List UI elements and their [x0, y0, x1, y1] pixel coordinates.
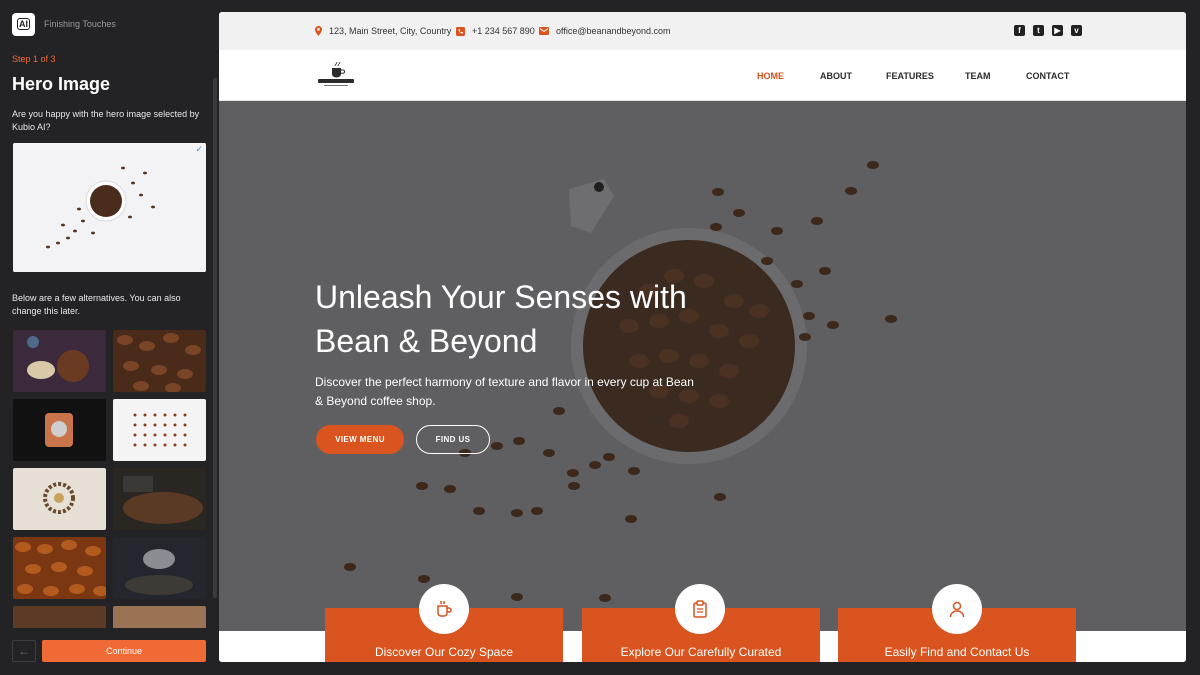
alt-image-latte[interactable] — [113, 606, 206, 628]
onboarding-panel: AI Finishing Touches Step 1 of 3 Hero Im… — [0, 0, 218, 675]
nav-home[interactable]: HOME — [757, 71, 784, 81]
envelope-icon — [539, 27, 549, 35]
view-menu-button[interactable]: VIEW MENU — [316, 425, 404, 454]
facebook-icon[interactable]: f — [1014, 25, 1025, 36]
nav-team[interactable]: TEAM — [965, 71, 991, 81]
youtube-icon[interactable]: ▶ — [1052, 25, 1063, 36]
check-icon: ✓ — [195, 144, 203, 154]
alternatives-text: Below are a few alternatives. You can al… — [12, 293, 181, 316]
find-us-button[interactable]: FIND US — [416, 425, 490, 454]
panel-header: AI Finishing Touches — [12, 12, 116, 36]
address-text: 123, Main Street, City, Country — [329, 26, 452, 36]
kubio-ai-logo: AI — [12, 12, 35, 36]
phone-text: +1 234 567 890 — [472, 26, 535, 36]
alternative-images-grid — [13, 330, 207, 628]
social-links: f t ▶ v — [1014, 25, 1082, 36]
clipboard-icon — [675, 584, 725, 634]
continue-button[interactable]: Continue — [42, 640, 206, 662]
selected-hero-image[interactable]: ✓ — [13, 143, 206, 272]
nav-about[interactable]: ABOUT — [820, 71, 852, 81]
alt-image-roasting[interactable] — [113, 468, 206, 530]
nav-contact[interactable]: CONTACT — [1026, 71, 1069, 81]
feature-card-title: Discover Our Cozy Space — [374, 645, 514, 659]
alt-image-bean-circle[interactable] — [13, 468, 106, 530]
user-icon — [932, 584, 982, 634]
section-title: Hero Image — [12, 74, 111, 94]
alt-image-hand-grinder[interactable] — [13, 399, 106, 461]
arrow-left-icon: ← — [18, 644, 30, 658]
hero-title: Unleash Your Senses with Bean & Beyond — [315, 279, 687, 359]
website-preview: 123, Main Street, City, Country +1 234 5… — [219, 12, 1186, 662]
panel-scrollbar[interactable] — [213, 78, 217, 598]
alt-image-bean-rows[interactable] — [113, 399, 206, 461]
coffee-cup-icon — [419, 584, 469, 634]
hero-section: Unleash Your Senses with Bean & Beyond D… — [219, 101, 1186, 631]
contact-topbar: 123, Main Street, City, Country +1 234 5… — [219, 12, 1186, 50]
twitter-icon[interactable]: t — [1033, 25, 1044, 36]
phone-icon — [456, 26, 465, 36]
logo-text: AI — [17, 18, 30, 30]
step-indicator: Step 1 of 3 — [12, 54, 56, 64]
hero-subtitle: Discover the perfect harmony of texture … — [315, 375, 694, 408]
alt-image-beans-texture[interactable] — [13, 606, 106, 628]
feature-card-title: Explore Our Carefully Curated — [620, 645, 782, 659]
email-text: office@beanandbeyond.com — [556, 26, 671, 36]
panel-title: Finishing Touches — [44, 19, 116, 29]
back-button[interactable]: ← — [12, 640, 36, 662]
address-item: 123, Main Street, City, Country — [315, 26, 451, 36]
alt-image-grinder-cup[interactable] — [13, 330, 106, 392]
alt-image-dark-cup[interactable] — [113, 537, 206, 599]
location-pin-icon — [315, 26, 322, 36]
coffee-beans-image — [13, 143, 206, 272]
nav-features[interactable]: FEATURES — [886, 71, 934, 81]
site-navbar: HOME ABOUT FEATURES TEAM CONTACT — [219, 50, 1186, 101]
bean-and-beyond-logo[interactable] — [316, 59, 356, 89]
alt-image-orange-beans[interactable] — [13, 537, 106, 599]
alt-image-beans-closeup[interactable] — [113, 330, 206, 392]
vimeo-icon[interactable]: v — [1071, 25, 1082, 36]
phone-item: +1 234 567 890 — [456, 26, 535, 36]
feature-card-title: Easily Find and Contact Us — [884, 645, 1030, 659]
hero-question: Are you happy with the hero image select… — [12, 109, 200, 132]
hero-background-image — [219, 101, 1186, 631]
email-item: office@beanandbeyond.com — [539, 26, 671, 36]
